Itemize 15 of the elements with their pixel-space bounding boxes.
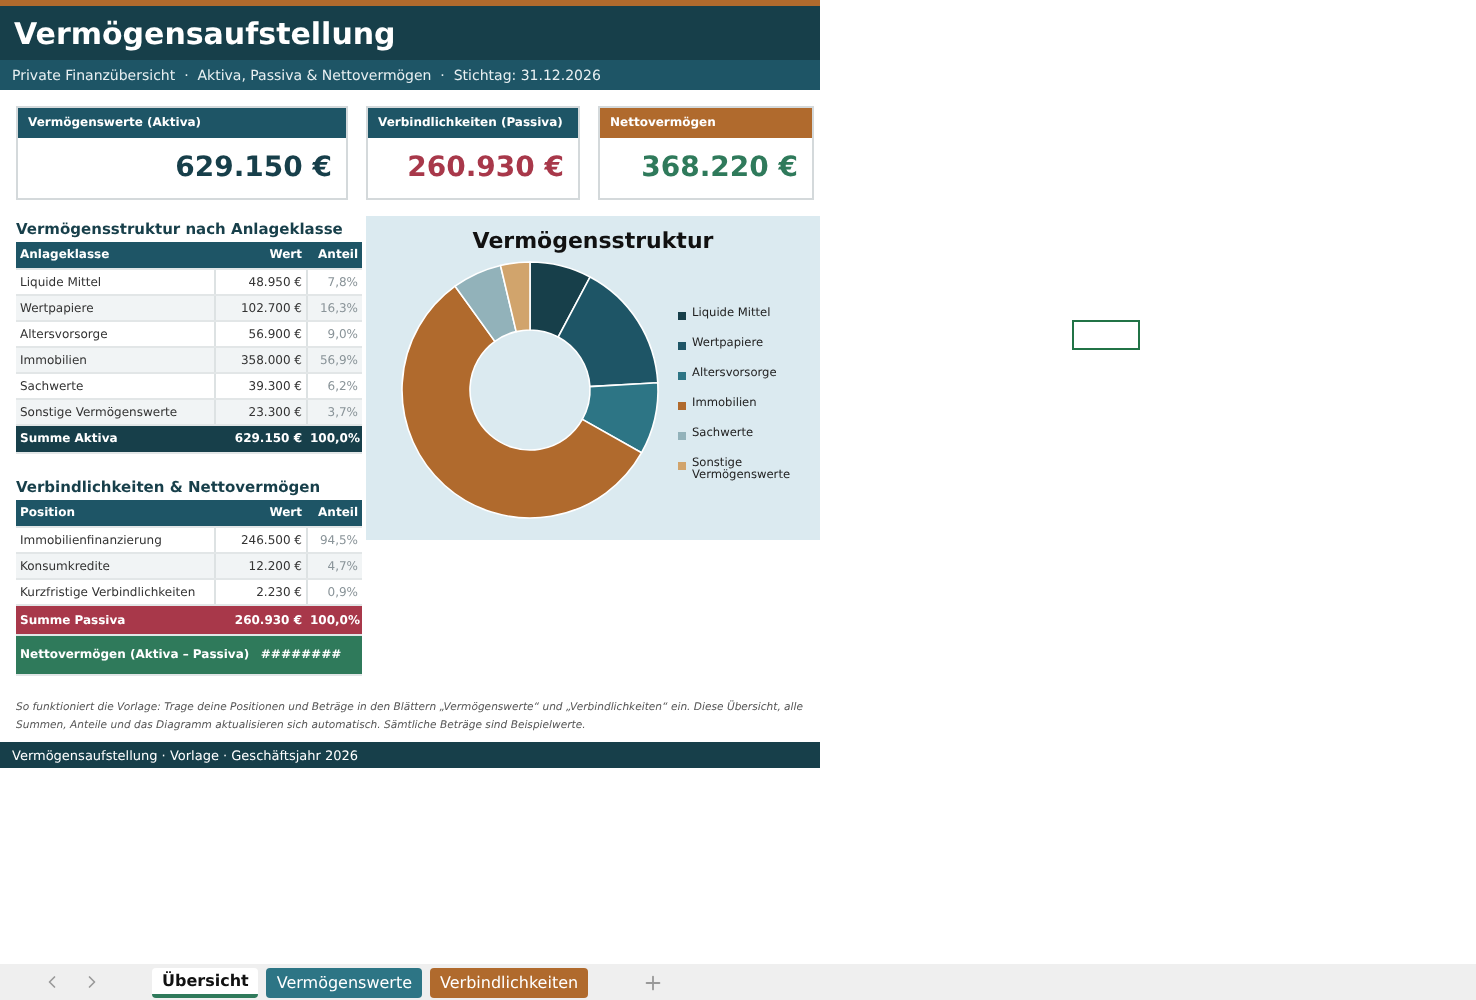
legend-swatch-icon [678, 431, 686, 439]
page-title: Vermögensaufstellung [14, 15, 396, 51]
legend-swatch-icon [678, 371, 686, 379]
card-value: 368.220 € [639, 150, 800, 188]
legend-swatch-icon [678, 341, 686, 349]
sheet-tab[interactable]: Vermögenswerte [266, 967, 423, 997]
card-value: 629.150 € [173, 150, 334, 188]
legend-swatch-icon [678, 401, 686, 409]
cell-cursor [1072, 320, 1140, 350]
legend-swatch-icon [678, 311, 686, 319]
sheet-tab[interactable]: Verbindlichkeiten [430, 967, 589, 997]
chart-title: Vermögensstruktur [472, 228, 714, 254]
sheet-tab[interactable]: Übersicht [152, 967, 259, 997]
legend-swatch-icon [678, 461, 686, 469]
card-value: 260.930 € [405, 150, 566, 188]
